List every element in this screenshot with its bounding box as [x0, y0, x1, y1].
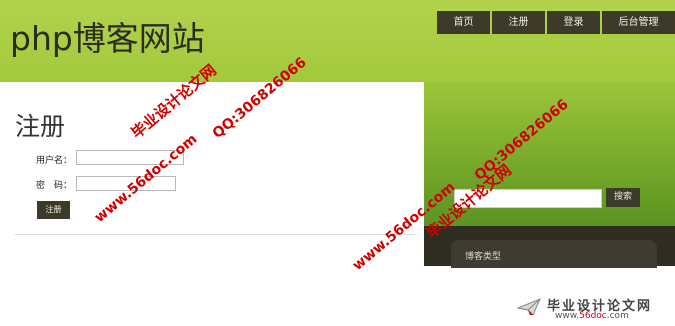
register-panel: 注册 用户名： 密 码： 注册	[0, 82, 424, 266]
register-submit-button[interactable]: 注册	[37, 201, 70, 219]
blog-category-box: 博客类型	[451, 240, 657, 268]
logo-url-suffix: .com	[606, 311, 629, 321]
nav-home[interactable]: 首页	[437, 11, 490, 34]
top-navigation: 首页 注册 登录 后台管理	[435, 11, 675, 34]
search-button[interactable]: 搜索	[606, 188, 640, 207]
site-header: php博客网站 首页 注册 登录 后台管理	[0, 0, 675, 82]
password-label: 密 码：	[36, 181, 73, 191]
blog-category-title: 博客类型	[465, 252, 502, 262]
form-divider	[15, 234, 415, 235]
paper-plane-icon	[517, 298, 541, 316]
username-label: 用户名：	[36, 156, 73, 166]
logo-url: www.56doc.com	[555, 311, 629, 321]
logo-url-prefix: www.	[555, 311, 580, 321]
nav-register[interactable]: 注册	[492, 11, 545, 34]
page-title: 注册	[15, 112, 66, 141]
nav-admin[interactable]: 后台管理	[602, 11, 675, 34]
nav-login[interactable]: 登录	[547, 11, 600, 34]
site-title: php博客网站	[10, 19, 205, 58]
logo-url-domain: 56doc	[579, 311, 607, 321]
footer-logo: 毕业设计论文网 www.56doc.com	[517, 296, 669, 321]
